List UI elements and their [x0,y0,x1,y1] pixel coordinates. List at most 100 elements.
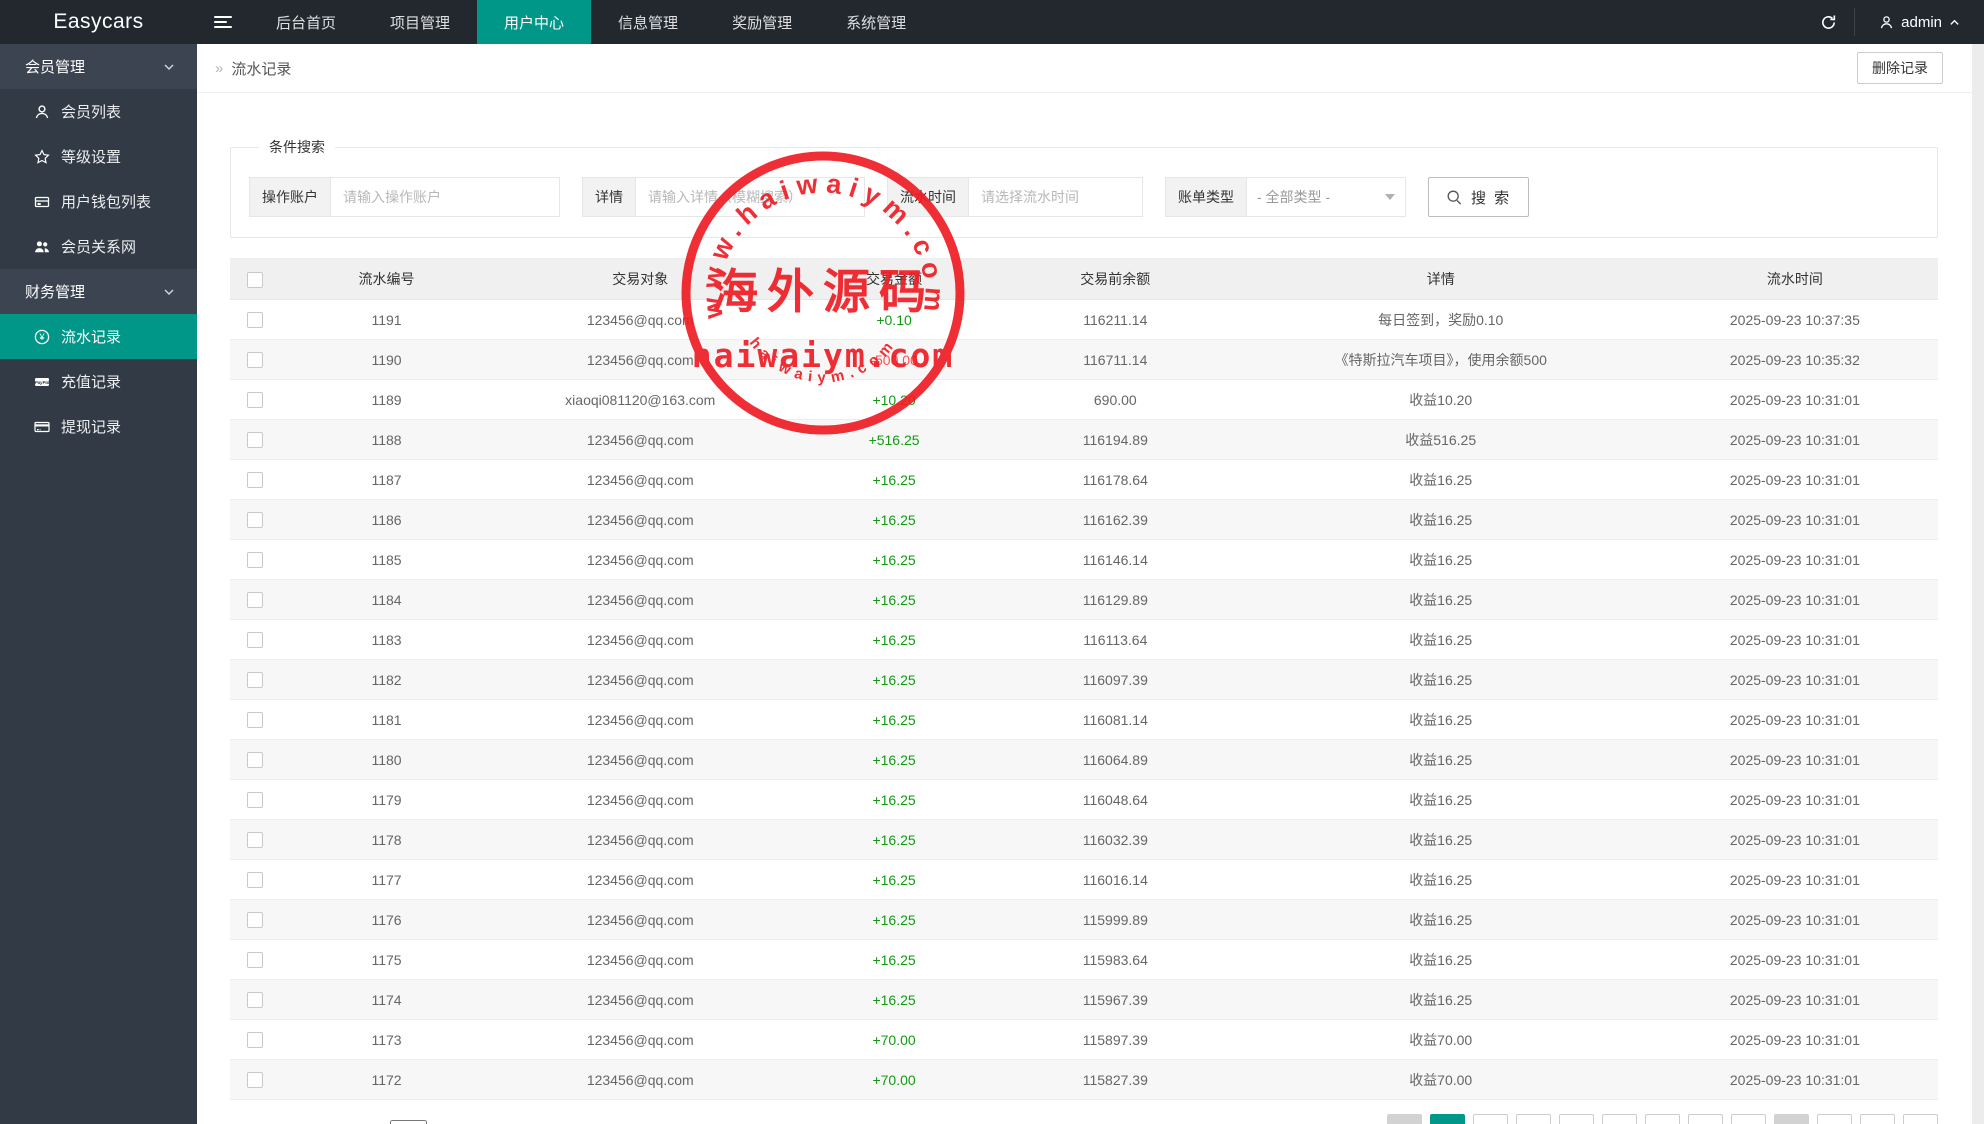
col-header-account: 交易对象 [493,259,787,300]
breadcrumb: » 流水记录 [215,58,291,79]
sidebar-toggle-button[interactable] [197,0,249,44]
username: admin [1901,14,1942,31]
vertical-scrollbar[interactable] [1972,44,1984,1124]
page-button-»[interactable]: » [1903,1114,1938,1124]
sidebar-group-0[interactable]: 会员管理 [0,44,197,89]
row-checkbox[interactable] [247,512,263,528]
yen-icon: ¥ [33,328,50,345]
nav-tab-0[interactable]: 后台首页 [249,0,363,44]
refresh-button[interactable] [1802,0,1854,44]
sidebar-item-1-0[interactable]: ¥流水记录 [0,314,197,359]
nav-tab-1[interactable]: 项目管理 [363,0,477,44]
user-menu[interactable]: admin [1855,0,1984,44]
hamburger-icon [214,16,232,28]
page-button-1[interactable]: 1 [1430,1114,1465,1124]
page-title: 流水记录 [231,58,291,79]
search-field-group-0: 操作账户 [249,177,560,217]
sidebar: 会员管理会员列表等级设置用户钱包列表会员关系网财务管理¥流水记录PayPal充值… [0,44,197,1124]
row-checkbox[interactable] [247,792,263,808]
row-checkbox[interactable] [247,752,263,768]
records-summary: 共 277 条记录，每页显示 20 条，共 14 页当前显示第 1 页。 [230,1120,621,1124]
table-row: 1172123456@qq.com+70.00115827.39收益70.002… [230,1060,1938,1100]
page-button-7[interactable]: 7 [1688,1114,1723,1124]
row-checkbox[interactable] [247,952,263,968]
table-row: 1182123456@qq.com+16.25116097.39收益16.252… [230,660,1938,700]
row-checkbox[interactable] [247,632,263,648]
sidebar-item-1-2[interactable]: 提现记录 [0,404,197,449]
search-field-group-2: 流水时间 [887,177,1143,217]
table-row: 1187123456@qq.com+16.25116178.64收益16.252… [230,460,1938,500]
row-checkbox[interactable] [247,432,263,448]
page-button-2[interactable]: 2 [1473,1114,1508,1124]
page-button-«[interactable]: « [1387,1114,1422,1124]
search-row: 操作账户详情流水时间 账单类型 - 全部类型 - 搜 索 [249,177,1919,217]
page-button-14[interactable]: 14 [1860,1114,1895,1124]
sidebar-group-1[interactable]: 财务管理 [0,269,197,314]
svg-text:PayPal: PayPal [34,379,49,384]
table-row: 1179123456@qq.com+16.25116048.64收益16.252… [230,780,1938,820]
table-row: 1175123456@qq.com+16.25115983.64收益16.252… [230,940,1938,980]
row-checkbox[interactable] [247,712,263,728]
table-row: 1184123456@qq.com+16.25116129.89收益16.252… [230,580,1938,620]
row-checkbox[interactable] [247,1032,263,1048]
chevron-up-icon [1949,17,1960,28]
col-header-time: 流水时间 [1652,259,1938,300]
sidebar-item-0-0[interactable]: 会员列表 [0,89,197,134]
page-button-13[interactable]: 13 [1817,1114,1852,1124]
top-navbar: Easycars 后台首页项目管理用户中心信息管理奖励管理系统管理 admin [0,0,1984,44]
row-checkbox[interactable] [247,552,263,568]
delete-records-button[interactable]: 删除记录 [1857,52,1943,84]
row-checkbox[interactable] [247,592,263,608]
row-checkbox[interactable] [247,312,263,328]
users-icon [33,238,50,255]
row-checkbox[interactable] [247,472,263,488]
breadcrumb-arrows-icon: » [215,60,223,77]
row-checkbox[interactable] [247,992,263,1008]
row-checkbox[interactable] [247,672,263,688]
page-button-3[interactable]: 3 [1516,1114,1551,1124]
table-row: 1191123456@qq.com+0.10116211.14每日签到，奖励0.… [230,300,1938,340]
per-page-select[interactable]: 20 [390,1120,427,1124]
row-checkbox[interactable] [247,392,263,408]
col-header-amount: 交易金额 [787,259,1001,300]
nav-tab-2[interactable]: 用户中心 [477,0,591,44]
row-checkbox[interactable] [247,352,263,368]
sidebar-item-0-2[interactable]: 用户钱包列表 [0,179,197,224]
paypal-icon: PayPal [33,373,50,390]
row-checkbox[interactable] [247,872,263,888]
nav-tab-4[interactable]: 奖励管理 [705,0,819,44]
select-all-checkbox[interactable] [247,272,263,288]
search-button[interactable]: 搜 索 [1428,177,1529,217]
bill-type-select[interactable]: - 全部类型 - [1246,177,1406,217]
page-button-4[interactable]: 4 [1559,1114,1594,1124]
star-icon [33,148,50,165]
page-button-...[interactable]: ... [1774,1114,1809,1124]
search-icon [1446,189,1463,206]
breadcrumb-bar: » 流水记录 删除记录 [197,44,1972,93]
wallet-icon [33,193,50,210]
page-button-6[interactable]: 6 [1645,1114,1680,1124]
sidebar-item-0-1[interactable]: 等级设置 [0,134,197,179]
table-row: 1178123456@qq.com+16.25116032.39收益16.252… [230,820,1938,860]
table-row: 1190123456@qq.com-500.00116711.14《特斯拉汽车项… [230,340,1938,380]
user-icon [33,103,50,120]
table-row: 1181123456@qq.com+16.25116081.14收益16.252… [230,700,1938,740]
search-input-1[interactable] [635,177,865,217]
svg-text:¥: ¥ [38,332,45,342]
nav-tab-3[interactable]: 信息管理 [591,0,705,44]
search-input-0[interactable] [330,177,560,217]
search-input-2[interactable] [968,177,1143,217]
page-button-5[interactable]: 5 [1602,1114,1637,1124]
row-checkbox[interactable] [247,912,263,928]
page-button-8[interactable]: 8 [1731,1114,1766,1124]
table-row: 1177123456@qq.com+16.25116016.14收益16.252… [230,860,1938,900]
sidebar-item-0-3[interactable]: 会员关系网 [0,224,197,269]
bill-type-label: 账单类型 [1165,177,1247,217]
row-checkbox[interactable] [247,1072,263,1088]
table-row: 1189xiaoqi081120@163.com+10.20690.00收益10… [230,380,1938,420]
table-row: 1174123456@qq.com+16.25115967.39收益16.252… [230,980,1938,1020]
row-checkbox[interactable] [247,832,263,848]
refresh-icon [1820,14,1837,31]
nav-tab-5[interactable]: 系统管理 [819,0,933,44]
sidebar-item-1-1[interactable]: PayPal充值记录 [0,359,197,404]
